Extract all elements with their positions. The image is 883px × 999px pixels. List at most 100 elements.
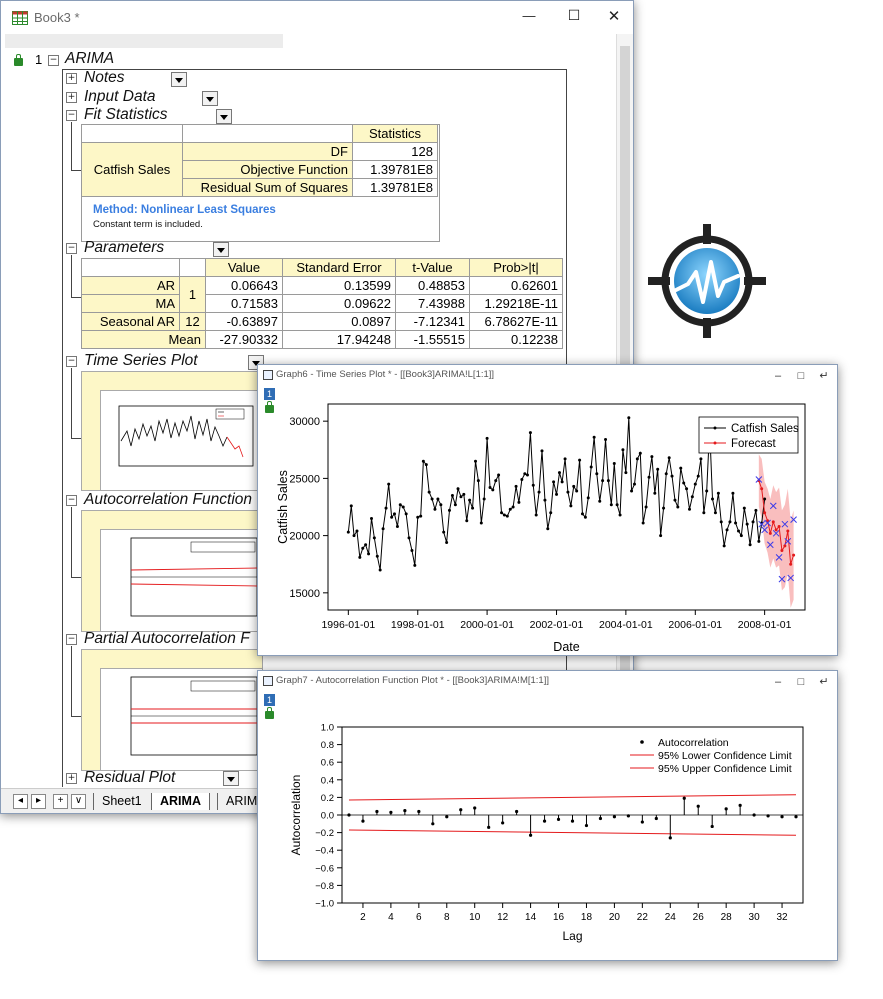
y-axis-label: Catfish Sales [276,470,290,544]
sheet-list-button[interactable]: ∨ [71,794,86,809]
y-tick-label: 15000 [289,588,320,600]
first-sheet-button[interactable]: ◂ [13,794,28,809]
section-notes[interactable]: Notes [84,69,125,87]
section-time-series-plot[interactable]: Time Series Plot [84,352,198,370]
pacf-thumbnail[interactable] [81,649,263,771]
catfish-sales-point [488,486,492,490]
tab-sheet1[interactable]: Sheet1 [93,793,150,810]
ts-plot-thumbnail[interactable] [81,371,263,491]
next-sheet-button[interactable]: ▸ [31,794,46,809]
acf-point [640,820,644,824]
fit-statistics-dropdown[interactable] [216,109,232,124]
catfish-sales-point [436,497,440,501]
close-button[interactable]: ✕ [599,7,629,25]
param-ma-label: MA [81,294,180,313]
acf-point [389,810,393,814]
parameters-dropdown[interactable] [213,242,229,257]
graph7-titlebar[interactable]: Graph7 - Autocorrelation Function Plot *… [258,671,837,690]
row-number: 1 [35,52,43,67]
graph6-window[interactable]: Graph6 - Time Series Plot * - [[Book3]AR… [257,364,838,656]
graph6-title: Graph6 - Time Series Plot * - [[Book3]AR… [276,369,495,380]
catfish-sales-point [728,520,732,524]
tab-arima[interactable]: ARIMA [151,793,210,810]
y-tick-label: 25000 [289,473,320,485]
catfish-sales-point [421,459,425,463]
workbook-icon [12,11,28,25]
thumb-header [82,650,262,669]
section-residual-plot[interactable]: Residual Plot [84,769,175,787]
expand-input-data-icon[interactable]: + [66,92,77,103]
section-input-data[interactable]: Input Data [84,88,156,106]
signal-analysis-icon [648,224,766,338]
minimize-button[interactable]: — [514,8,544,23]
collapse-fit-statistics-icon[interactable]: − [66,110,77,121]
x-tick-label: 2002-01-01 [530,619,584,631]
section-fit-statistics[interactable]: Fit Statistics [84,106,168,124]
catfish-sales-point [540,449,544,453]
acf-point [445,815,449,819]
workbook-titlebar[interactable]: Book3 * — ☐ ✕ [1,1,633,34]
input-data-dropdown[interactable] [202,91,218,106]
rss-label: Residual Sum of Squares [182,178,353,197]
catfish-sales-point [722,544,726,548]
graph6-titlebar[interactable]: Graph6 - Time Series Plot * - [[Book3]AR… [258,365,837,384]
x-tick-label: 2004-01-01 [599,619,653,631]
fit-statistics-grid: Statistics Catfish Sales DF 128 Objectiv… [81,124,438,197]
catfish-sales-point [583,515,587,519]
col-value-header: Value [205,258,283,277]
y-tick-label: 1.0 [321,723,334,734]
catfish-sales-point [508,507,512,511]
collapse-root-icon[interactable]: − [48,55,59,66]
x-tick-label: 2008-01-01 [738,619,792,631]
residual-dropdown[interactable] [223,771,239,786]
catfish-sales-point [502,513,506,517]
forecast-point [763,511,767,515]
catfish-sales-point [439,503,443,507]
objective-function-label: Objective Function [182,160,353,179]
acf-point [570,819,575,823]
catfish-sales-point [592,435,596,439]
catfish-sales-point [355,529,359,533]
column-header-strip [5,34,283,48]
x-tick-label: 22 [637,912,649,923]
catfish-sales-point [612,462,616,466]
y-tick-label: 30000 [289,416,320,428]
notes-dropdown[interactable] [171,72,187,87]
acf-point [738,803,742,807]
section-pacf[interactable]: Partial Autocorrelation F [84,630,250,648]
acf-point [487,825,491,829]
acf-point [598,816,603,821]
x-tick-label: 1996-01-01 [321,619,375,631]
catfish-sales-point [500,511,504,515]
catfish-sales-label: Catfish Sales [81,142,183,197]
expand-notes-icon[interactable]: + [66,73,77,84]
catfish-sales-point [688,507,692,511]
collapse-pacf-icon[interactable]: − [66,634,77,645]
add-sheet-button[interactable]: + [53,794,68,809]
section-acf[interactable]: Autocorrelation Function [84,491,252,509]
acf-thumbnail[interactable] [81,510,263,632]
graph7-window[interactable]: Graph7 - Autocorrelation Function Plot *… [257,670,838,961]
catfish-sales-point [514,484,518,488]
catfish-sales-point [370,516,374,520]
catfish-sales-point [685,487,689,491]
lag-1-label: 1 [179,276,206,313]
collapse-acf-icon[interactable]: − [66,495,77,506]
x-tick-label: 32 [776,912,788,923]
section-parameters[interactable]: Parameters [84,239,164,257]
y-tick-label: −1.0 [315,899,334,910]
maximize-button[interactable]: ☐ [559,7,589,24]
y-tick-label: −0.2 [315,828,334,839]
catfish-sales-point [757,539,761,543]
x-tick-label: 6 [416,912,422,923]
acf-point [584,823,589,828]
collapse-parameters-icon[interactable]: − [66,243,77,254]
collapse-ts-plot-icon[interactable]: − [66,356,77,367]
x-tick-label: 18 [581,912,593,923]
catfish-sales-point [372,536,376,540]
expand-residual-icon[interactable]: + [66,773,77,784]
catfish-sales-point [555,492,559,496]
thumb-side [82,390,101,490]
catfish-sales-point [525,473,529,477]
catfish-sales-point [569,504,573,508]
